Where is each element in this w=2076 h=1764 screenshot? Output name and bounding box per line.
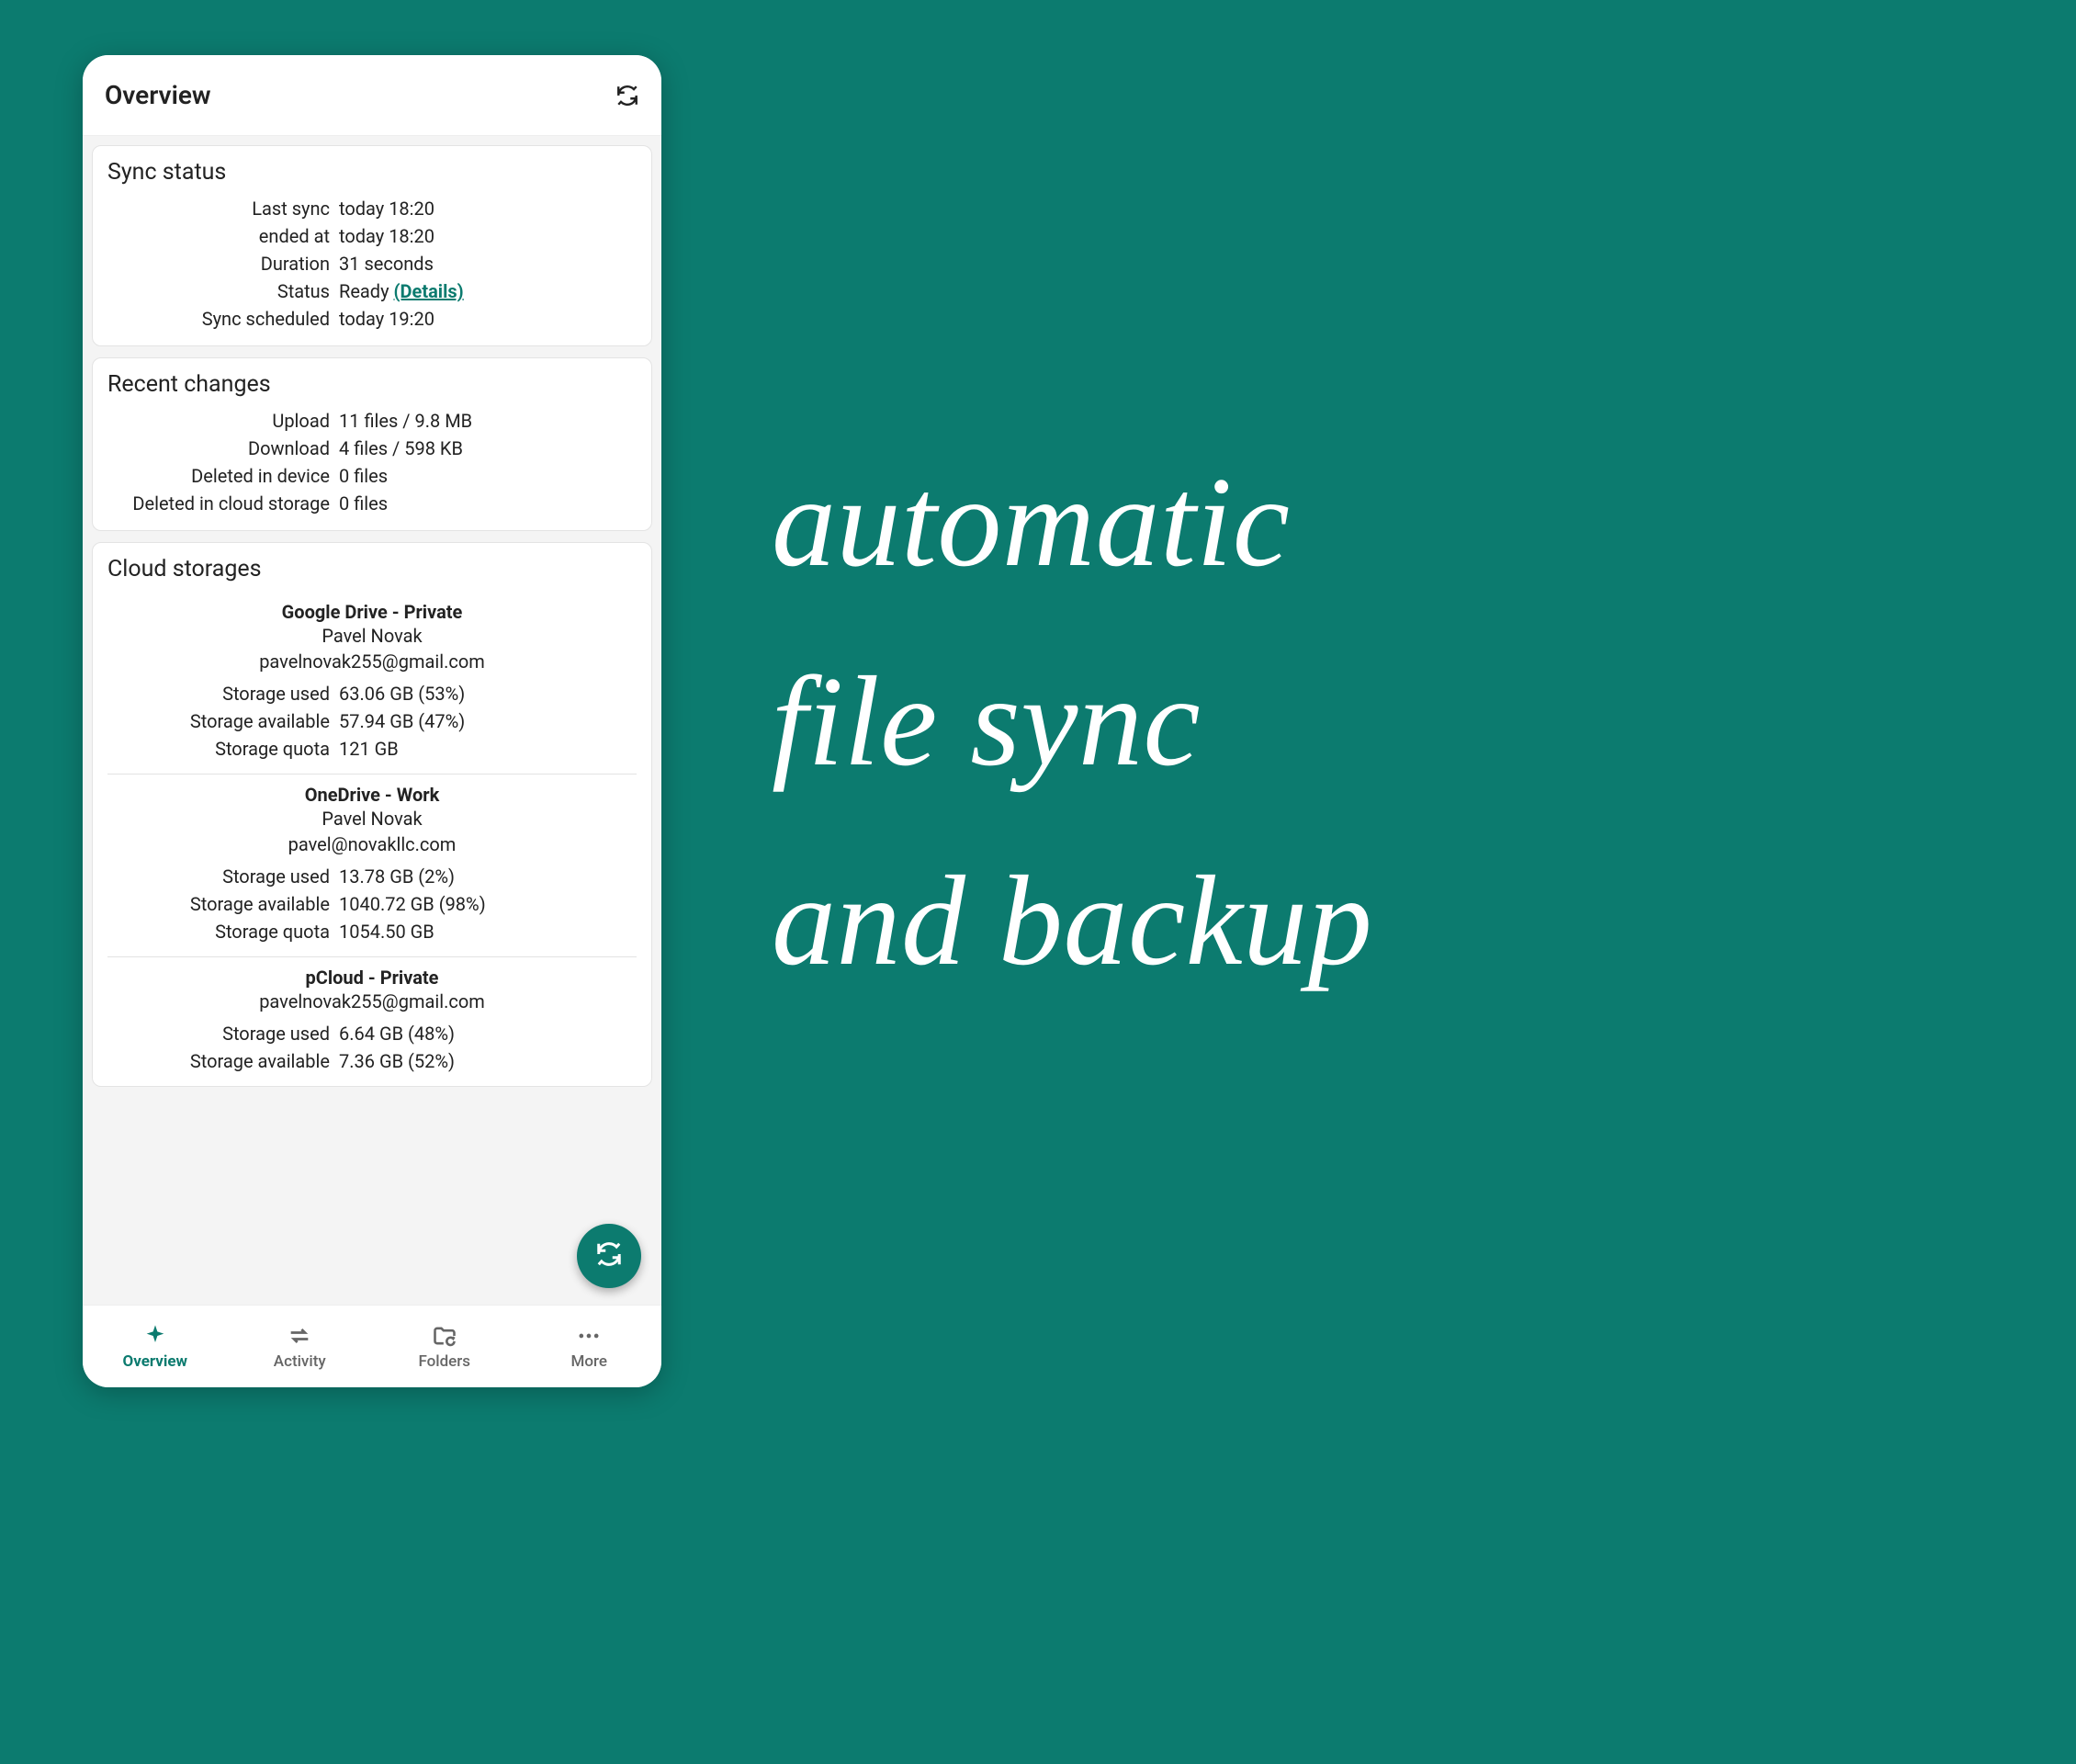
sync-row-scheduled: Sync scheduled today 19:20 bbox=[107, 305, 637, 333]
label: Storage available bbox=[107, 707, 339, 735]
account-name: Google Drive - Private bbox=[107, 601, 637, 623]
marketing-headline: automatic file sync and backup bbox=[772, 423, 2021, 1021]
changes-row-deleted-cloud: Deleted in cloud storage 0 files bbox=[107, 490, 637, 517]
details-link[interactable]: (Details) bbox=[394, 280, 464, 302]
storage-account[interactable]: pCloud - Private pavelnovak255@gmail.com… bbox=[107, 956, 637, 1086]
swap-icon bbox=[287, 1323, 312, 1349]
value: 0 files bbox=[339, 462, 388, 490]
label: Sync scheduled bbox=[107, 305, 339, 333]
value: 1040.72 GB (98%) bbox=[339, 890, 486, 918]
account-email: pavelnovak255@gmail.com bbox=[107, 649, 637, 674]
storage-used-row: Storage used 63.06 GB (53%) bbox=[107, 680, 637, 707]
page-title: Overview bbox=[105, 80, 615, 110]
recent-changes-card: Recent changes Upload 11 files / 9.8 MB … bbox=[92, 357, 652, 531]
account-user: Pavel Novak bbox=[107, 623, 637, 649]
headline-line: automatic bbox=[772, 423, 2021, 622]
value: today 18:20 bbox=[339, 195, 434, 222]
sync-status-card: Sync status Last sync today 18:20 ended … bbox=[92, 145, 652, 346]
value: 11 files / 9.8 MB bbox=[339, 407, 472, 435]
storage-available-row: Storage available 1040.72 GB (98%) bbox=[107, 890, 637, 918]
value: 1054.50 GB bbox=[339, 918, 434, 945]
nav-label: More bbox=[571, 1352, 607, 1371]
sync-status-title: Sync status bbox=[107, 159, 637, 186]
storage-quota-row: Storage quota 121 GB bbox=[107, 735, 637, 763]
value: 31 seconds bbox=[339, 250, 434, 277]
bottom-nav: Overview Activity Folders More bbox=[83, 1305, 661, 1387]
account-email: pavel@novakllc.com bbox=[107, 831, 637, 857]
value: today 19:20 bbox=[339, 305, 434, 333]
label: Last sync bbox=[107, 195, 339, 222]
sparkle-icon bbox=[142, 1323, 168, 1349]
account-email: pavelnovak255@gmail.com bbox=[107, 989, 637, 1014]
value: 13.78 GB (2%) bbox=[339, 863, 455, 890]
account-user: Pavel Novak bbox=[107, 806, 637, 831]
storage-used-row: Storage used 6.64 GB (48%) bbox=[107, 1020, 637, 1047]
value: 63.06 GB (53%) bbox=[339, 680, 465, 707]
label: Storage available bbox=[107, 890, 339, 918]
nav-overview[interactable]: Overview bbox=[83, 1306, 228, 1387]
storage-quota-row: Storage quota 1054.50 GB bbox=[107, 918, 637, 945]
sync-now-fab[interactable] bbox=[577, 1224, 641, 1288]
app-bar: Overview bbox=[83, 55, 661, 136]
label: Upload bbox=[107, 407, 339, 435]
value: 7.36 GB (52%) bbox=[339, 1047, 455, 1075]
sync-row-duration: Duration 31 seconds bbox=[107, 250, 637, 277]
sync-icon[interactable] bbox=[615, 84, 639, 107]
value: Ready (Details) bbox=[339, 277, 464, 305]
headline-line: file sync bbox=[772, 622, 2021, 821]
value: 57.94 GB (47%) bbox=[339, 707, 465, 735]
value: 0 files bbox=[339, 490, 388, 517]
cloud-storages-title: Cloud storages bbox=[107, 556, 637, 582]
value: 6.64 GB (48%) bbox=[339, 1020, 455, 1047]
changes-row-download: Download 4 files / 598 KB bbox=[107, 435, 637, 462]
nav-activity[interactable]: Activity bbox=[228, 1306, 373, 1387]
value: 121 GB bbox=[339, 735, 399, 763]
nav-folders[interactable]: Folders bbox=[372, 1306, 517, 1387]
nav-label: Folders bbox=[418, 1352, 470, 1371]
recent-changes-title: Recent changes bbox=[107, 371, 637, 398]
label: Deleted in cloud storage bbox=[107, 490, 339, 517]
content-area: Sync status Last sync today 18:20 ended … bbox=[83, 136, 661, 1305]
account-name: pCloud - Private bbox=[107, 967, 637, 989]
label: Duration bbox=[107, 250, 339, 277]
nav-label: Overview bbox=[122, 1352, 187, 1371]
label: Storage quota bbox=[107, 735, 339, 763]
storage-available-row: Storage available 7.36 GB (52%) bbox=[107, 1047, 637, 1075]
storage-used-row: Storage used 13.78 GB (2%) bbox=[107, 863, 637, 890]
label: Storage used bbox=[107, 863, 339, 890]
nav-label: Activity bbox=[274, 1352, 326, 1371]
nav-more[interactable]: More bbox=[517, 1306, 662, 1387]
value: 4 files / 598 KB bbox=[339, 435, 463, 462]
sync-row-ended-at: ended at today 18:20 bbox=[107, 222, 637, 250]
changes-row-deleted-device: Deleted in device 0 files bbox=[107, 462, 637, 490]
label: Storage used bbox=[107, 680, 339, 707]
storage-account[interactable]: OneDrive - Work Pavel Novak pavel@novakl… bbox=[107, 774, 637, 956]
label: Download bbox=[107, 435, 339, 462]
label: Storage available bbox=[107, 1047, 339, 1075]
sync-icon bbox=[595, 1240, 623, 1272]
sync-row-status: Status Ready (Details) bbox=[107, 277, 637, 305]
account-name: OneDrive - Work bbox=[107, 784, 637, 806]
headline-line: and backup bbox=[772, 821, 2021, 1021]
storage-available-row: Storage available 57.94 GB (47%) bbox=[107, 707, 637, 735]
status-value: Ready bbox=[339, 280, 389, 302]
changes-row-upload: Upload 11 files / 9.8 MB bbox=[107, 407, 637, 435]
label: Storage used bbox=[107, 1020, 339, 1047]
storage-account[interactable]: Google Drive - Private Pavel Novak pavel… bbox=[107, 592, 637, 774]
phone-frame: Overview Sync status Last sync today 18:… bbox=[83, 55, 661, 1387]
cloud-storages-card: Cloud storages Google Drive - Private Pa… bbox=[92, 542, 652, 1087]
more-icon bbox=[576, 1323, 602, 1349]
label: Storage quota bbox=[107, 918, 339, 945]
label: ended at bbox=[107, 222, 339, 250]
sync-row-last-sync: Last sync today 18:20 bbox=[107, 195, 637, 222]
folder-sync-icon bbox=[432, 1323, 457, 1349]
value: today 18:20 bbox=[339, 222, 434, 250]
label: Deleted in device bbox=[107, 462, 339, 490]
label: Status bbox=[107, 277, 339, 305]
